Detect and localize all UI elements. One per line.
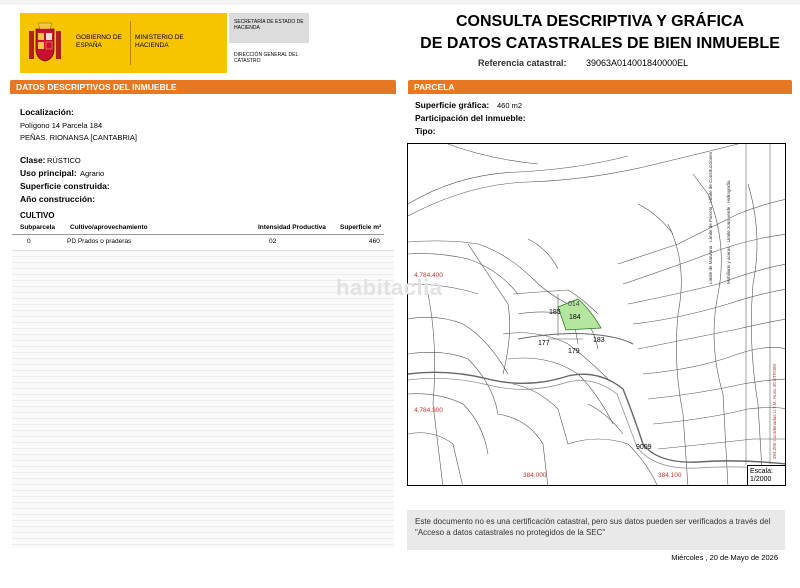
coord-4784300: 4.784.300: [414, 407, 443, 414]
col-cultivo: Cultivo/aprovechamiento: [70, 224, 148, 231]
map-legend: Límite de Manzana · Límite de Parcela · …: [708, 151, 713, 284]
ref-catastral-label: Referencia catastral:: [478, 58, 567, 68]
road-edge: [408, 378, 785, 471]
legend-item: Límite de Parcela: [708, 206, 713, 242]
title-line-2: DE DATOS CATASTRALES DE BIEN INMUEBLE: [420, 35, 780, 52]
legend-item: Hidrografía: [726, 180, 731, 203]
scale-value: 1/2000: [750, 476, 772, 483]
road-label-9009: 9009: [636, 444, 652, 451]
government-label: GOBIERNO DE ESPAÑA: [76, 34, 122, 49]
parcel-label-183: 183: [593, 337, 605, 344]
localizacion-label: Localización:: [20, 107, 74, 117]
road-line: [408, 371, 785, 465]
superficie-grafica-value: 460 m2: [497, 101, 523, 110]
participacion-label: Participación del inmueble:: [415, 113, 526, 123]
logo-divider: [130, 21, 131, 65]
utm-legend: 384,200 Coordenadas U.T.M. Huso 30 ETRS8…: [772, 363, 777, 459]
uso-label: Uso principal:: [20, 168, 77, 178]
legend-item: Límite de Construcciones: [708, 151, 713, 203]
coord-384100: 384.100: [658, 472, 682, 479]
col-subparcela: Subparcela: [20, 224, 56, 231]
uso-value: Agrario: [80, 169, 105, 178]
superficie-construida-label: Superficie construida:: [20, 181, 110, 191]
parcel-label-185: 185: [549, 309, 561, 316]
scale-box: Escala: 1/2000: [747, 465, 785, 485]
col-superficie: Superficie m²: [340, 224, 382, 231]
cell-intensidad: 02: [269, 238, 277, 245]
anio-construccion-label: Año construcción:: [20, 194, 96, 204]
map-legend-2: Mobiliario y aceras · Límite zona verde …: [726, 180, 731, 284]
legend-item: Límite zona verde: [726, 206, 731, 243]
cell-superficie: 460: [369, 238, 380, 245]
title-line-1: CONSULTA DESCRIPTIVA Y GRÁFICA: [455, 13, 744, 30]
cultivo-table-header: Subparcela Cultivo/aprovechamiento Inten…: [12, 222, 384, 235]
coord-384000: 384.000: [523, 472, 547, 479]
disclaimer-note: Este documento no es una certificación c…: [407, 510, 785, 550]
page-title: CONSULTA DESCRIPTIVA Y GRÁFICA DE DATOS …: [410, 11, 790, 55]
secretaria-label: SECRETARÍA DE ESTADO DE HACIENDA: [234, 19, 304, 31]
col-intensidad: Intensidad Productiva: [258, 224, 326, 231]
cadastral-map[interactable]: 014 184 185 177 179 183 9009 4.784.400 4…: [407, 143, 786, 486]
clase-label: Clase:: [20, 155, 46, 165]
superficie-grafica-label: Superficie gráfica:: [415, 100, 490, 110]
section-header-parcela: PARCELA: [408, 80, 792, 94]
parcel-label-184: 184: [569, 314, 581, 321]
direccion-label: DIRECCIÓN GENERAL DEL CATASTRO: [234, 52, 299, 64]
tipo-label: Tipo:: [415, 126, 436, 136]
secretaria-box: SECRETARÍA DE ESTADO DE HACIENDA: [229, 13, 309, 43]
cultivo-title: CULTIVO: [20, 211, 55, 220]
cell-subparcela: 0: [27, 238, 31, 245]
legend-item: Mobiliario y aceras: [726, 246, 731, 284]
section-header-datos: DATOS DESCRIPTIVOS DEL INMUEBLE: [10, 80, 396, 94]
cell-cultivo: PD Prados o praderas: [67, 238, 132, 245]
scale-label: Escala:: [750, 468, 773, 475]
top-strip: [0, 0, 800, 5]
document-date: Miércoles , 20 de Mayo de 2026: [671, 553, 778, 562]
legend-item: Límite de Manzana: [708, 245, 713, 284]
localizacion-line-1: Polígono 14 Parcela 184: [20, 121, 103, 130]
watermark: habitaclia: [336, 275, 443, 300]
parcel-label-177: 177: [538, 340, 550, 347]
parcel-label-014: 014: [568, 301, 580, 308]
clase-value: RÚSTICO: [47, 156, 81, 165]
coat-of-arms-icon: [29, 22, 61, 62]
ref-catastral-value: 39063A014001840000EL: [586, 58, 689, 68]
localizacion-line-2: PEÑAS. RIONANSA [CANTABRIA]: [20, 133, 137, 142]
ministry-label: MINISTERIO DE HACIENDA: [135, 34, 184, 49]
table-row: 0 PD Prados o praderas 02 460: [12, 236, 384, 248]
government-logo: GOBIERNO DE ESPAÑA MINISTERIO DE HACIEND…: [20, 13, 227, 73]
parcel-label-179: 179: [568, 348, 580, 355]
